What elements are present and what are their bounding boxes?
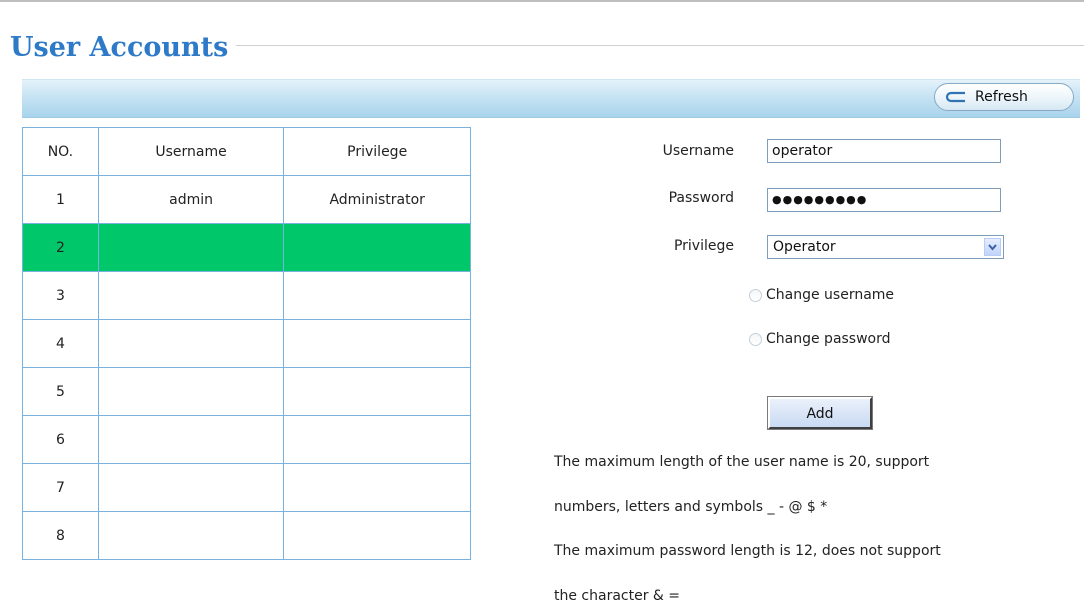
page-title: User Accounts — [10, 32, 229, 63]
table-row[interactable]: 3 — [22, 271, 471, 320]
cell-privilege — [283, 415, 471, 464]
table-row[interactable]: 7 — [22, 463, 471, 512]
table-row[interactable]: 6 — [22, 415, 471, 464]
cell-no: 1 — [22, 175, 99, 224]
cell-privilege — [283, 319, 471, 368]
table-row[interactable]: 1 admin Administrator — [22, 175, 471, 224]
table-header-row: NO. Username Privilege — [22, 127, 471, 176]
privilege-label: Privilege — [673, 238, 734, 254]
change-username-radio[interactable] — [749, 289, 762, 302]
column-header-no: NO. — [22, 127, 99, 176]
cell-username — [97, 511, 285, 560]
cell-username: admin — [97, 175, 285, 224]
cell-username — [97, 463, 285, 512]
title-divider — [236, 45, 1084, 46]
column-header-privilege: Privilege — [283, 127, 471, 176]
username-label: Username — [662, 143, 734, 159]
change-password-label: Change password — [766, 331, 891, 347]
cell-no: 4 — [22, 319, 99, 368]
cell-privilege — [283, 367, 471, 416]
table-row[interactable]: 4 — [22, 319, 471, 368]
cell-username — [97, 223, 285, 272]
table-row[interactable]: 8 — [22, 511, 471, 560]
cell-no: 7 — [22, 463, 99, 512]
toolbar: Refresh — [22, 79, 1080, 118]
top-divider — [0, 0, 1084, 2]
password-rule-note: The maximum password length is 12, does … — [554, 543, 941, 559]
cell-username — [97, 271, 285, 320]
cell-privilege — [283, 271, 471, 320]
cell-no: 2 — [22, 223, 99, 272]
privilege-select-value: Operator — [773, 239, 836, 255]
column-header-username: Username — [97, 127, 285, 176]
cell-no: 6 — [22, 415, 99, 464]
cell-no: 3 — [22, 271, 99, 320]
cell-username — [97, 367, 285, 416]
table-row-selected[interactable]: 2 — [22, 223, 471, 272]
cell-username — [97, 319, 285, 368]
password-label: Password — [668, 190, 734, 206]
cell-privilege — [283, 511, 471, 560]
cell-no: 8 — [22, 511, 99, 560]
username-rule-note: The maximum length of the user name is 2… — [554, 454, 930, 470]
refresh-button[interactable]: Refresh — [934, 83, 1074, 111]
cell-privilege — [283, 223, 471, 272]
cell-no: 5 — [22, 367, 99, 416]
chevron-down-icon[interactable] — [984, 238, 1001, 256]
username-field[interactable]: operator — [767, 139, 1001, 163]
change-username-label: Change username — [766, 287, 895, 303]
table-row[interactable]: 5 — [22, 367, 471, 416]
refresh-label: Refresh — [975, 89, 1028, 105]
password-rule-note-cont: the character & = — [554, 588, 681, 604]
cell-username — [97, 415, 285, 464]
cell-privilege — [283, 463, 471, 512]
user-table: NO. Username Privilege 1 admin Administr… — [22, 127, 471, 560]
cell-privilege: Administrator — [283, 175, 471, 224]
user-accounts-page: User Accounts Refresh NO. Username Privi… — [0, 0, 1084, 610]
privilege-select[interactable]: Operator — [767, 235, 1004, 259]
password-field[interactable]: ●●●●●●●●● — [767, 188, 1001, 212]
username-rule-note-cont: numbers, letters and symbols _ - @ $ * — [554, 499, 828, 515]
change-password-radio[interactable] — [749, 333, 762, 346]
refresh-icon — [945, 91, 965, 103]
add-button[interactable]: Add — [767, 396, 873, 430]
